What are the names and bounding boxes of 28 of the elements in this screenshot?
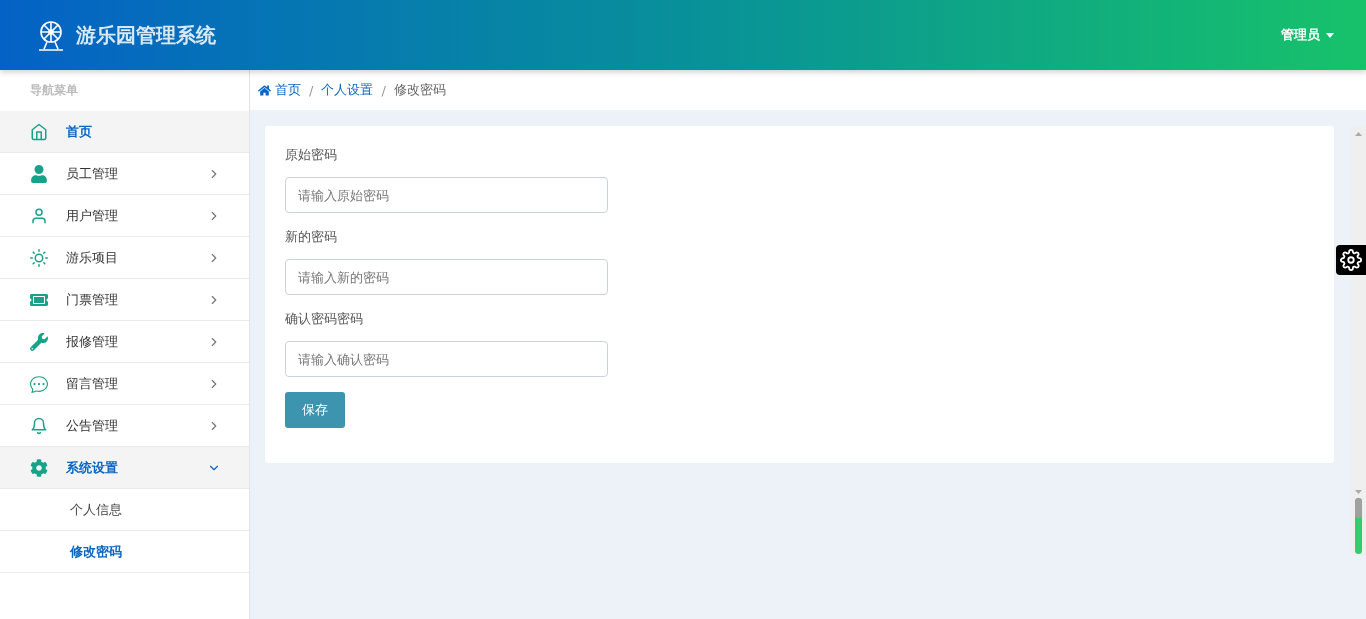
caret-icon [1326,32,1334,38]
password-field[interactable]: 请输入新的密码 [285,259,608,295]
breadcrumb-separator: / [381,82,386,98]
bell-icon [30,416,48,435]
sun-icon [30,248,48,267]
home-icon [30,122,48,141]
breadcrumb-link[interactable]: 个人设置 [321,81,374,99]
current-page-label: 修改密码 [393,81,446,99]
ferris-wheel-icon [36,19,66,51]
gear-icon [30,458,48,477]
settings-button[interactable] [1336,245,1366,275]
field-label: 新的密码 [285,228,338,246]
menu-item[interactable]: 首页 [0,111,249,153]
field-label: 原始密码 [285,146,338,164]
password-field[interactable]: 请输入原始密码 [285,177,608,213]
wrench-icon [30,332,48,351]
sidebar-heading: 导航菜单 [29,82,79,99]
home-icon [258,83,271,97]
user-outline-icon [30,206,48,225]
breadcrumb-link[interactable]: 首页 [258,81,301,99]
app-title: 游乐园管理系统 [76,21,216,49]
menu-item[interactable]: 系统设置 [0,447,249,489]
user-icon [30,164,48,183]
chat-icon [30,374,48,393]
password-field[interactable]: 请输入确认密码 [285,341,608,377]
breadcrumb-separator: / [309,82,314,98]
field-label: 确认密码密码 [285,310,364,328]
settings-icon [1340,249,1362,271]
